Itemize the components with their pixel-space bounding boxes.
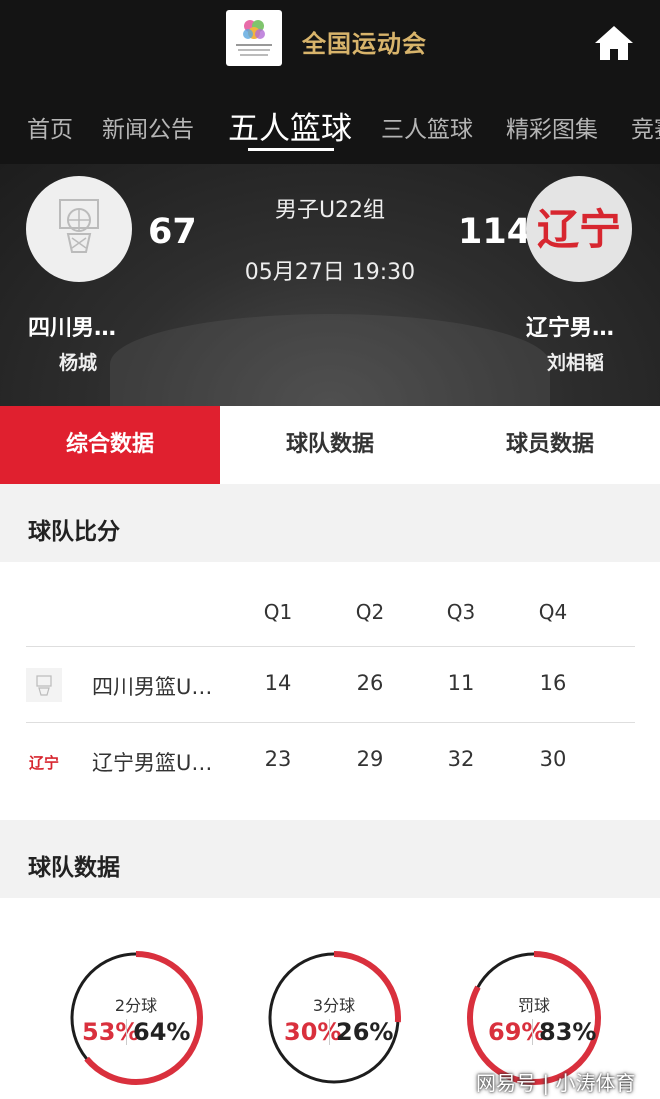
app-title: 全国运动会	[302, 30, 427, 58]
national-games-logo	[226, 10, 282, 66]
quarter-header: Q2	[355, 600, 385, 624]
away-team-logo[interactable]: 辽宁	[526, 176, 632, 282]
top-bar: 全国运动会	[0, 0, 660, 84]
stat-label: 罚球	[517, 996, 550, 1015]
away-logo-text: 辽宁	[537, 205, 621, 254]
watermark: 网易号 | 小涛体育	[476, 1071, 636, 1095]
arena-background	[110, 314, 550, 406]
quarter-score: 23	[264, 747, 292, 771]
quarter-score: 11	[447, 671, 475, 695]
home-button[interactable]	[593, 22, 635, 64]
stat-divider	[532, 1019, 533, 1045]
away-percentage: 64%	[133, 1018, 191, 1046]
quarter-header: Q3	[446, 600, 476, 624]
quarter-score: 16	[539, 671, 567, 695]
subtab-overview[interactable]: 综合数据	[0, 406, 220, 484]
table-row: 四川男篮U… 14 26 11 16	[26, 646, 635, 723]
away-team-name[interactable]: 辽宁男…	[526, 310, 614, 342]
home-percentage: 30%	[284, 1018, 342, 1046]
home-team-name[interactable]: 四川男…	[28, 310, 116, 342]
row-team-name: 辽宁男篮U…	[92, 751, 213, 775]
team-score-table: Q1 Q2 Q3 Q4 四川男篮U… 14 26 11 16 辽宁 辽宁男篮U……	[0, 562, 660, 820]
home-percentage: 53%	[82, 1018, 140, 1046]
quarter-score: 32	[447, 747, 475, 771]
quarter-header: Q4	[538, 600, 568, 624]
stat-divider	[126, 1019, 127, 1045]
table-row: 辽宁 辽宁男篮U… 23 29 32 30	[26, 722, 635, 799]
team-score-title: 球队比分	[28, 519, 120, 545]
quarter-score: 30	[539, 747, 567, 771]
subtab-team-stats[interactable]: 球队数据	[220, 406, 440, 484]
home-team-small-logo	[26, 668, 62, 702]
nav-tab-news[interactable]: 新闻公告	[102, 110, 194, 144]
stat-divider	[329, 1019, 330, 1045]
nav-tab-5x5-basketball[interactable]: 五人篮球	[228, 103, 352, 148]
away-team-small-logo: 辽宁	[26, 744, 62, 778]
stat-label: 3分球	[312, 996, 356, 1015]
active-tab-underline	[248, 148, 334, 151]
team-stats-title: 球队数据	[28, 855, 120, 881]
subtab-player-stats[interactable]: 球员数据	[440, 406, 660, 484]
away-score: 114	[458, 212, 532, 252]
row-team-name: 四川男篮U…	[92, 675, 213, 699]
quarter-header: Q1	[263, 600, 293, 624]
nav-tab-gallery[interactable]: 精彩图集	[506, 110, 598, 144]
home-coach: 杨城	[59, 352, 98, 374]
away-percentage: 26%	[336, 1018, 394, 1046]
stat-label: 2分球	[114, 996, 158, 1015]
away-coach: 刘相韬	[547, 352, 605, 374]
match-header: 67 男子U22组 05月27日 19:30 114 辽宁 四川男… 杨城 辽宁…	[0, 164, 660, 406]
data-subtabs: 综合数据 球队数据 球员数据	[0, 406, 660, 484]
quarter-score: 29	[356, 747, 384, 771]
home-percentage: 69%	[488, 1018, 546, 1046]
row-logo-text: 辽宁	[29, 754, 59, 772]
nav-tab-competition[interactable]: 竞赛	[631, 110, 660, 144]
away-percentage: 83%	[539, 1018, 597, 1046]
quarter-score: 26	[356, 671, 384, 695]
home-icon	[595, 26, 633, 60]
nav-tabs: 首页 新闻公告 五人篮球 三人篮球 精彩图集 竞赛	[0, 84, 660, 164]
quarter-score: 14	[264, 671, 292, 695]
nav-tab-3x3-basketball[interactable]: 三人篮球	[381, 110, 473, 144]
nav-tab-home[interactable]: 首页	[27, 110, 73, 144]
